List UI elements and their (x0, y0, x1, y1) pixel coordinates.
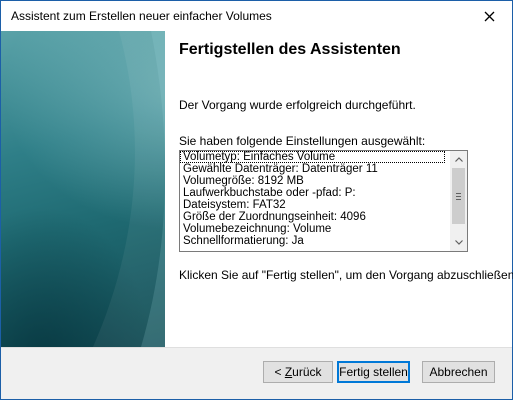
scroll-up-button[interactable] (450, 151, 467, 168)
page-title: Fertigstellen des Assistenten (179, 41, 401, 58)
cancel-button[interactable]: Abbrechen (422, 361, 495, 383)
settings-line-drive-letter[interactable]: Laufwerkbuchstabe oder -pfad: P: (180, 187, 449, 199)
wizard-window: Assistent zum Erstellen neuer einfacher … (0, 0, 513, 400)
settings-listbox[interactable]: Volumetyp: Einfaches Volume Gewählte Dat… (179, 150, 468, 252)
grip-icon (456, 192, 461, 200)
finish-button-label: Fertig stellen (339, 365, 408, 379)
settings-line-filesystem[interactable]: Dateisystem: FAT32 (180, 199, 449, 211)
settings-line-volume-label[interactable]: Volumebezeichnung: Volume (180, 223, 449, 235)
chevron-up-icon (454, 157, 463, 162)
close-button[interactable] (466, 1, 512, 31)
vertical-scrollbar[interactable] (450, 151, 467, 251)
window-title: Assistent zum Erstellen neuer einfacher … (11, 9, 272, 23)
success-message: Der Vorgang wurde erfolgreich durchgefüh… (179, 98, 416, 112)
back-button-label: < Zurück (274, 365, 322, 379)
title-bar[interactable]: Assistent zum Erstellen neuer einfacher … (1, 1, 512, 31)
close-icon (484, 11, 494, 21)
chevron-down-icon (454, 240, 463, 245)
finish-instruction: Klicken Sie auf "Fertig stellen", um den… (179, 268, 513, 282)
settings-line-quick-format[interactable]: Schnellformatierung: Ja (180, 235, 449, 247)
finish-button[interactable]: Fertig stellen (337, 361, 410, 383)
settings-line-allocation-unit[interactable]: Größe der Zuordnungseinheit: 4096 (180, 211, 449, 223)
back-button[interactable]: < Zurück (263, 361, 333, 383)
back-accelerator-key: Z (284, 365, 293, 379)
settings-line-size[interactable]: Volumegröße: 8192 MB (180, 175, 449, 187)
settings-label: Sie haben folgende Einstellungen ausgewä… (179, 134, 426, 148)
settings-line-volume-type[interactable]: Volumetyp: Einfaches Volume (180, 151, 445, 163)
cancel-button-label: Abbrechen (429, 365, 488, 379)
wizard-side-banner (1, 31, 165, 347)
banner-curve-graphic (1, 31, 165, 347)
scroll-down-button[interactable] (450, 234, 467, 251)
settings-list: Volumetyp: Einfaches Volume Gewählte Dat… (180, 151, 449, 251)
settings-line-disks[interactable]: Gewählte Datenträger: Datenträger 11 (180, 163, 449, 175)
wizard-content: Fertigstellen des Assistenten Der Vorgan… (1, 31, 513, 347)
footer-divider (1, 347, 512, 348)
scroll-thumb[interactable] (452, 168, 465, 224)
